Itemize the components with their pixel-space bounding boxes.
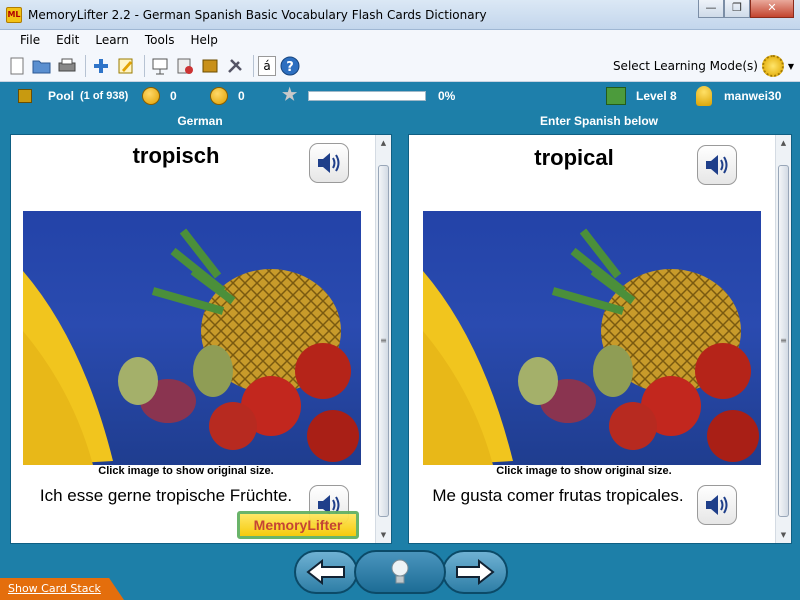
scroll-down-icon[interactable]: ▼	[376, 527, 391, 543]
toolbar-separator	[85, 54, 86, 77]
minimize-button[interactable]: —	[698, 0, 724, 18]
fruit-image[interactable]	[23, 211, 361, 465]
answer-header: Enter Spanish below	[539, 114, 659, 128]
new-icon[interactable]	[6, 55, 28, 77]
scroll-thumb[interactable]: ≡	[378, 165, 389, 517]
scroll-down-icon[interactable]: ▼	[776, 527, 791, 543]
card-stack-icon[interactable]	[199, 55, 221, 77]
answer-card: tropical Click image to show original si…	[408, 134, 792, 544]
previous-card-button[interactable]	[294, 550, 358, 594]
right-answers-icon	[142, 87, 160, 105]
scroll-up-icon[interactable]: ▲	[376, 135, 391, 151]
speaker-icon	[706, 495, 728, 515]
menu-tools[interactable]: Tools	[137, 30, 183, 50]
scroll-thumb[interactable]: ≡	[778, 165, 789, 517]
play-word-audio-button[interactable]	[309, 143, 349, 183]
menu-file[interactable]: File	[12, 30, 48, 50]
presentation-icon[interactable]	[149, 55, 171, 77]
play-sentence-audio-button[interactable]	[697, 485, 737, 525]
star-icon: ★	[282, 85, 298, 104]
progress-text: 0%	[438, 89, 456, 103]
window-title: MemoryLifter 2.2 - German Spanish Basic …	[28, 8, 487, 22]
answer-scrollbar[interactable]: ▲ ≡ ▼	[775, 135, 791, 543]
menu-learn[interactable]: Learn	[87, 30, 137, 50]
bottom-navigation	[0, 544, 800, 600]
close-button[interactable]: ✕	[750, 0, 794, 18]
progress-bar	[308, 91, 426, 101]
lightbulb-icon	[391, 559, 409, 584]
level-text: Level 8	[636, 89, 677, 103]
wrong-answers-icon	[210, 87, 228, 105]
next-card-button[interactable]	[442, 550, 508, 594]
character-icon[interactable]: á	[258, 55, 276, 76]
answer-word: tropical	[534, 145, 614, 170]
window-controls: — ❐ ✕	[698, 0, 794, 18]
title-bar: ML MemoryLifter 2.2 - German Spanish Bas…	[0, 0, 800, 30]
learning-mode-label[interactable]: Select Learning Mode(s)	[613, 59, 758, 73]
hint-button[interactable]	[354, 550, 446, 594]
add-icon[interactable]	[90, 55, 112, 77]
character-icon-glyph: á	[263, 58, 271, 73]
fruit-image[interactable]	[423, 211, 761, 465]
arrow-right-icon	[456, 559, 495, 585]
help-glyph: ?	[286, 60, 294, 75]
menu-help[interactable]: Help	[182, 30, 225, 50]
memorylifter-logo: MemoryLifter	[237, 511, 359, 539]
app-icon: ML	[6, 7, 22, 23]
answer-sentence: Me gusta comer frutas tropicales.	[432, 486, 684, 505]
image-hint: Click image to show original size.	[496, 465, 672, 477]
right-answers-count: 0	[170, 89, 177, 103]
user-icon	[696, 86, 712, 106]
level-icon	[606, 87, 626, 105]
speaker-icon	[706, 155, 728, 175]
show-card-stack-link[interactable]: Show Card Stack	[8, 582, 101, 595]
toolbar-separator	[144, 54, 145, 77]
settings-icon[interactable]	[224, 55, 246, 77]
question-header: German	[177, 114, 223, 128]
pool-count: (1 of 938)	[80, 90, 129, 102]
question-scrollbar[interactable]: ▲ ≡ ▼	[375, 135, 391, 543]
print-cards-icon[interactable]	[174, 55, 196, 77]
scroll-up-icon[interactable]: ▲	[776, 135, 791, 151]
question-word: tropisch	[132, 143, 220, 168]
open-icon[interactable]	[31, 55, 53, 77]
play-word-audio-button[interactable]	[697, 145, 737, 185]
question-card: tropisch Click image to show original si…	[10, 134, 392, 544]
arrow-left-icon	[306, 559, 345, 585]
status-bar: Pool (1 of 938) 0 0 ★ 0% Level 8 manwei3…	[0, 82, 800, 110]
pool-label: Pool	[48, 89, 74, 103]
toolbar: á ? Select Learning Mode(s) ▼	[0, 50, 800, 82]
speaker-icon	[318, 153, 340, 173]
edit-icon[interactable]	[115, 55, 137, 77]
menu-bar: File Edit Learn Tools Help	[0, 30, 800, 50]
help-icon[interactable]: ?	[279, 55, 301, 77]
show-card-stack-tab[interactable]: Show Card Stack	[0, 578, 124, 600]
learning-mode-icon[interactable]	[762, 55, 784, 77]
maximize-button[interactable]: ❐	[724, 0, 750, 18]
question-sentence: Ich esse gerne tropische Früchte.	[39, 486, 293, 505]
user-name[interactable]: manwei30	[724, 89, 781, 103]
menu-edit[interactable]: Edit	[48, 30, 87, 50]
pool-icon	[18, 89, 32, 103]
image-hint: Click image to show original size.	[98, 465, 274, 477]
print-icon[interactable]	[56, 55, 78, 77]
toolbar-separator	[253, 54, 254, 77]
chevron-down-icon[interactable]: ▼	[788, 62, 794, 71]
wrong-answers-count: 0	[238, 89, 245, 103]
